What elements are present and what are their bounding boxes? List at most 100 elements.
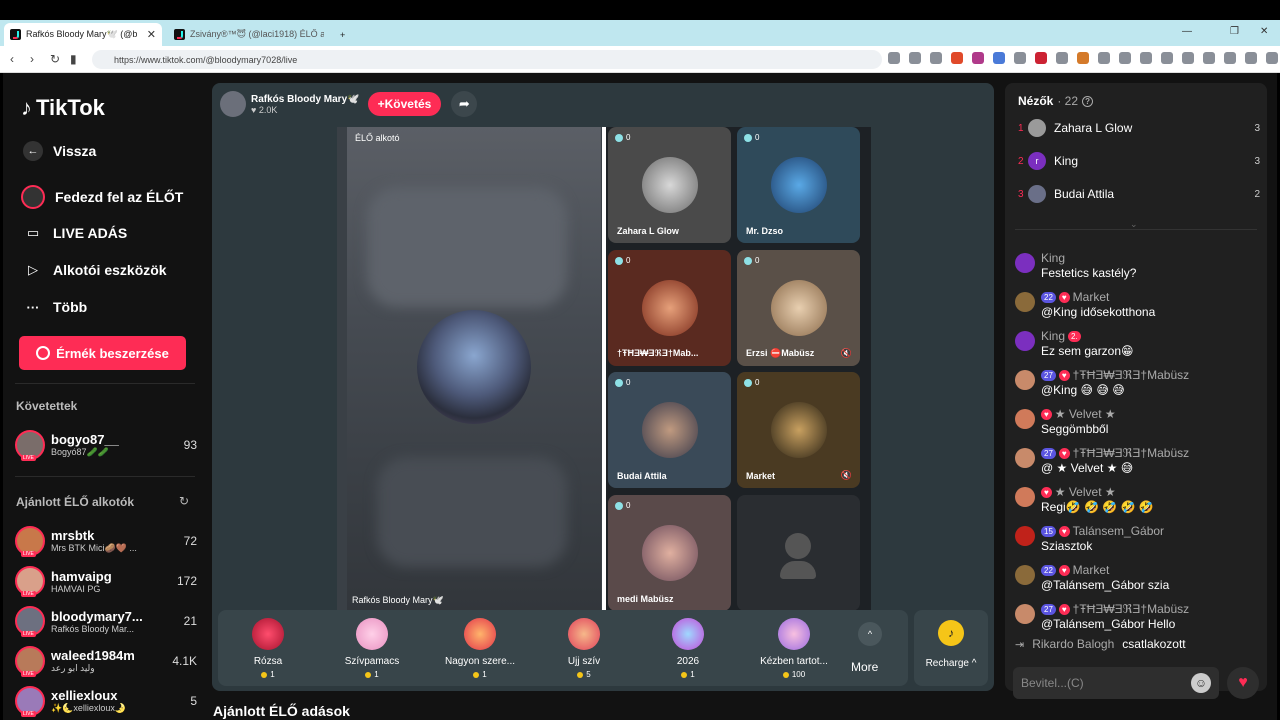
- extension-icon[interactable]: [1014, 52, 1026, 64]
- top-viewer[interactable]: 1 Zahara L Glow 3: [1018, 117, 1260, 139]
- chat-username[interactable]: King: [1041, 329, 1065, 343]
- recommended-account[interactable]: LIVE hamvaipg HAMVAI PG 172: [15, 563, 197, 599]
- gift-item[interactable]: Szívpamacs 1: [322, 618, 422, 679]
- extension-icon[interactable]: [1140, 52, 1152, 64]
- like-heart-button[interactable]: ♥: [1227, 667, 1259, 699]
- extension-icon[interactable]: [1119, 52, 1131, 64]
- guest-tile[interactable]: 0 Erzsi ⛔Mabüsz 🔇: [737, 250, 860, 366]
- gift-item[interactable]: Rózsa 1: [218, 618, 318, 679]
- reload-icon[interactable]: ↻: [50, 52, 60, 66]
- user-avatar[interactable]: [1015, 604, 1035, 624]
- close-window-icon[interactable]: ✕: [1260, 26, 1268, 37]
- gift-name: Kézben tartot...: [760, 656, 828, 667]
- gift-item[interactable]: Nagyon szere... 1: [430, 618, 530, 679]
- guest-tile[interactable]: 0 Mr. Dzso: [737, 127, 860, 243]
- empty-guest-slot[interactable]: [737, 495, 860, 611]
- guest-tile[interactable]: 0 Budai Attila: [608, 372, 731, 488]
- share-icon[interactable]: [930, 52, 942, 64]
- bookmark-icon[interactable]: ▮: [70, 52, 77, 66]
- recommended-account[interactable]: LIVE waleed1984m وليد ابو رعد 4.1K: [15, 643, 197, 679]
- chat-username[interactable]: †ŦĦƎ₩ƎℜƎ†Mabüsz: [1073, 446, 1189, 460]
- guest-tile[interactable]: 0 †ŦĦƎ₩ƎℜƎ†Mab...: [608, 250, 731, 366]
- gift-item[interactable]: Ujj szív 5: [534, 618, 634, 679]
- host-name[interactable]: Rafkós Bloody Mary🕊️: [251, 94, 360, 105]
- refresh-icon[interactable]: ↻: [179, 494, 189, 508]
- close-tab-icon[interactable]: ✕: [147, 28, 156, 41]
- user-avatar[interactable]: [1015, 487, 1035, 507]
- ai-icon[interactable]: [1245, 52, 1257, 64]
- chat-username[interactable]: Market: [1073, 290, 1110, 304]
- chat-username[interactable]: ★ Velvet ★: [1055, 485, 1116, 499]
- extension-icon[interactable]: [1056, 52, 1068, 64]
- more-gifts-button[interactable]: More: [851, 660, 878, 674]
- extension-icon[interactable]: [1098, 52, 1110, 64]
- zoom-icon[interactable]: [909, 52, 921, 64]
- extension-icon[interactable]: [1035, 52, 1047, 64]
- chat-username[interactable]: †ŦĦƎ₩ƎℜƎ†Mabüsz: [1073, 368, 1189, 382]
- viewers-label: Nézők: [1018, 94, 1054, 108]
- chat-input[interactable]: Bevitel...(C) ☺: [1013, 667, 1219, 699]
- get-coins-button[interactable]: Érmék beszerzése: [19, 336, 186, 370]
- recommended-account[interactable]: LIVE mrsbtk Mrs BTK Mici🥔🤎 ... 72: [15, 523, 197, 559]
- nav-creator-tools[interactable]: ▷ Alkotói eszközök: [23, 260, 167, 280]
- chat-username[interactable]: Talánsem_Gábor: [1073, 524, 1164, 538]
- emoji-icon[interactable]: ☺: [1191, 673, 1211, 693]
- tiktok-logo[interactable]: ♪ TikTok: [21, 95, 105, 121]
- translate-icon[interactable]: [888, 52, 900, 64]
- back-icon[interactable]: ‹: [10, 52, 14, 66]
- follow-button[interactable]: +Követés: [367, 92, 442, 116]
- top-viewer[interactable]: 2 r King 3: [1018, 150, 1260, 172]
- nav-more[interactable]: ··· Több: [23, 297, 88, 317]
- live-badge: LIVE: [21, 455, 36, 461]
- top-viewer[interactable]: 3 Budai Attila 2: [1018, 183, 1260, 205]
- tab-inactive[interactable]: Zsivány®™😇 (@laci1918) ÉLŐ adás: [168, 23, 330, 46]
- forward-icon[interactable]: ›: [30, 52, 34, 66]
- user-avatar[interactable]: [1015, 526, 1035, 546]
- info-icon[interactable]: ?: [1082, 95, 1094, 107]
- rewards-icon[interactable]: [972, 52, 984, 64]
- recommended-account[interactable]: LIVE bloodymary7... Rafkós Bloody Mar...…: [15, 603, 197, 639]
- tab-active[interactable]: Rafkós Bloody Mary🕊️ (@blo... ✕: [4, 23, 162, 46]
- guest-tile[interactable]: 0 Market 🔇: [737, 372, 860, 488]
- user-avatar[interactable]: [1015, 331, 1035, 351]
- user-avatar[interactable]: [1015, 292, 1035, 312]
- vpn-icon[interactable]: [1266, 52, 1278, 64]
- chat-username[interactable]: Market: [1073, 563, 1110, 577]
- share-icon[interactable]: ➦: [451, 91, 478, 117]
- guest-tile[interactable]: 0 Zahara L Glow: [608, 127, 731, 243]
- nav-back[interactable]: ← Vissza: [23, 141, 96, 161]
- viewers-header[interactable]: Nézők · 22 ?: [1018, 94, 1094, 108]
- url-field[interactable]: https://www.tiktok.com/@bloodymary7028/l…: [92, 50, 882, 69]
- user-avatar[interactable]: [1015, 409, 1035, 429]
- chat-username[interactable]: †ŦĦƎ₩ƎℜƎ†Mabüsz: [1073, 602, 1189, 616]
- download-icon[interactable]: [1224, 52, 1236, 64]
- recharge-button[interactable]: ♪ Recharge ^: [914, 610, 988, 686]
- nav-explore-live[interactable]: Fedezd fel az ÉLŐT: [21, 185, 183, 209]
- gift-item[interactable]: 2026 1: [638, 618, 738, 679]
- guest-tile[interactable]: 0 medi Mabüsz: [608, 495, 731, 611]
- gift-item[interactable]: Kézben tartot... 100: [744, 618, 844, 679]
- host-video[interactable]: ÉLŐ alkotó Rafkós Bloody Mary🕊️: [337, 127, 602, 611]
- music-icon[interactable]: [1161, 52, 1173, 64]
- user-avatar[interactable]: [1015, 565, 1035, 585]
- user-avatar[interactable]: [1015, 448, 1035, 468]
- chevron-up-icon[interactable]: ^: [858, 622, 882, 646]
- user-avatar[interactable]: [1015, 370, 1035, 390]
- minimize-icon[interactable]: —: [1182, 26, 1192, 37]
- extension-icon[interactable]: [1077, 52, 1089, 64]
- chat-username[interactable]: King: [1041, 251, 1065, 265]
- host-avatar[interactable]: [220, 91, 246, 117]
- user-avatar[interactable]: [1015, 253, 1035, 273]
- fan-badge: ♥: [1041, 408, 1052, 420]
- sidebar-icon[interactable]: [1182, 52, 1194, 64]
- recommended-account[interactable]: LIVE xelliexloux ✨🌜xelliexloux🌛 5: [15, 683, 197, 719]
- extension-icon[interactable]: [993, 52, 1005, 64]
- restore-icon[interactable]: ❐: [1230, 26, 1239, 37]
- nav-live[interactable]: ▭ LIVE ADÁS: [23, 223, 127, 243]
- join-username[interactable]: Rikardo Balogh: [1032, 637, 1114, 651]
- chat-username[interactable]: ★ Velvet ★: [1055, 407, 1116, 421]
- wallet-icon[interactable]: [1203, 52, 1215, 64]
- new-tab-button[interactable]: +: [334, 23, 351, 46]
- following-account[interactable]: LIVE bogyo87__ Bogyó87🥒🥒 93: [15, 427, 197, 463]
- brave-shield-icon[interactable]: [951, 52, 963, 64]
